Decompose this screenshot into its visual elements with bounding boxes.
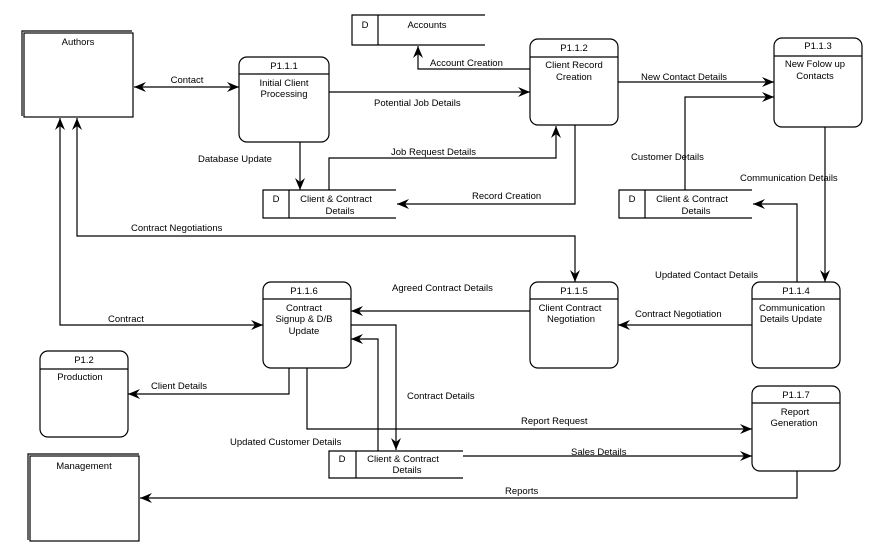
process-name: Negotiation — [547, 314, 595, 325]
process-name: Creation — [556, 72, 592, 83]
flow-label: Reports — [505, 486, 539, 497]
flow-database-update: Database Update — [198, 142, 305, 190]
flow-label: New Contact Details — [641, 72, 727, 83]
process-name: Contract — [286, 303, 322, 314]
flow-job-request-details: Job Request Details — [328, 126, 561, 190]
process-p12[interactable]: P1.2 Production — [39, 350, 129, 438]
process-name: Communication — [759, 303, 825, 314]
flow-label: Sales Details — [571, 447, 627, 458]
process-p115[interactable]: P1.1.5 Client Contract Negotiation — [529, 281, 619, 369]
process-id: P1.1.5 — [560, 286, 587, 297]
flow-label: Account Creation — [430, 58, 503, 69]
process-id: P1.1.6 — [290, 286, 317, 297]
process-id: P1.1.3 — [804, 41, 831, 52]
flow-reports: Reports — [140, 471, 798, 503]
store-tag: D — [362, 20, 369, 31]
flow-label: Contract Details — [407, 391, 475, 402]
store-accounts[interactable]: D Accounts — [351, 14, 485, 46]
store-client-contract-details-2[interactable]: D Client & Contract Details — [618, 189, 752, 219]
store-name: Client & Contract — [656, 194, 728, 205]
store-name: Client & Contract — [300, 194, 372, 205]
flow-label: Customer Details — [631, 152, 704, 163]
flow-new-contact-details: New Contact Details — [618, 72, 774, 87]
process-name: New Folow up — [785, 59, 845, 70]
flow-label: Contract — [108, 314, 144, 325]
flow-label: Communication Details — [740, 173, 838, 184]
store-name: Details — [681, 206, 710, 217]
flow-client-details: Client Details — [128, 368, 290, 399]
flow-label: Contract Negotiation — [635, 309, 722, 320]
flow-contact: Contact — [134, 75, 239, 92]
flow-account-creation: Account Creation — [413, 46, 530, 70]
flow-contract-details: Contract Details — [351, 324, 475, 450]
process-id: P1.1.7 — [782, 390, 809, 401]
process-p117[interactable]: P1.1.7 Report Generation — [751, 385, 841, 472]
flow-updated-contact-details: Updated Contact Details — [655, 199, 798, 282]
flow-label: Updated Customer Details — [230, 437, 342, 448]
flow-label: Client Details — [151, 381, 207, 392]
flow-report-request: Report Request — [306, 368, 752, 434]
flow-agreed-contract-details: Agreed Contract Details — [351, 283, 530, 316]
entity-label: Management — [56, 461, 112, 472]
data-flow-diagram: Authors Management P1.1.1 Initial Client… — [21, 14, 863, 542]
process-id: P1.1.1 — [270, 61, 297, 72]
process-p114[interactable]: P1.1.4 Communication Details Update — [751, 281, 841, 369]
flow-label: Record Creation — [472, 191, 541, 202]
store-name: Accounts — [407, 20, 446, 31]
store-name: Details — [325, 206, 354, 217]
process-name: Generation — [770, 418, 817, 429]
process-p112[interactable]: P1.1.2 Client Record Creation — [529, 38, 619, 126]
process-name: Update — [289, 326, 320, 337]
flow-label: Contract Negotiations — [131, 223, 223, 234]
flow-label: Database Update — [198, 154, 272, 165]
process-name: Signup & D/B — [275, 314, 332, 325]
entity-authors[interactable]: Authors — [21, 30, 134, 118]
flow-sales-details: Sales Details — [463, 447, 752, 461]
store-tag: D — [339, 454, 346, 465]
store-tag: D — [629, 194, 636, 205]
store-name: Client & Contract — [367, 454, 439, 465]
process-p116[interactable]: P1.1.6 Contract Signup & D/B Update — [262, 281, 352, 369]
flow-label: Job Request Details — [391, 147, 476, 158]
entity-label: Authors — [62, 37, 95, 48]
store-tag: D — [273, 194, 280, 205]
flow-label: Report Request — [521, 416, 588, 427]
process-name: Production — [57, 372, 102, 383]
process-name: Contacts — [796, 71, 834, 82]
process-p111[interactable]: P1.1.1 Initial Client Processing — [238, 56, 330, 143]
flow-record-creation: Record Creation — [397, 125, 576, 209]
process-name: Client Contract — [539, 303, 602, 314]
flow-contract-negotiation: Contract Negotiation — [618, 309, 752, 330]
process-name: Report — [781, 407, 810, 418]
process-id: P1.2 — [74, 355, 94, 366]
flow-label: Potential Job Details — [374, 98, 461, 109]
process-name: Client Record — [545, 60, 603, 71]
flow-label: Agreed Contract Details — [392, 283, 493, 294]
store-client-contract-details-1[interactable]: D Client & Contract Details — [262, 189, 396, 219]
flow-contract: Contract — [55, 118, 263, 330]
process-id: P1.1.2 — [560, 43, 587, 54]
store-name: Details — [392, 465, 421, 476]
flow-potential-job-details: Potential Job Details — [329, 87, 530, 109]
process-name: Processing — [261, 89, 308, 100]
process-name: Details Update — [760, 314, 822, 325]
flow-label: Contact — [171, 75, 204, 86]
process-p113[interactable]: P1.1.3 New Folow up Contacts — [773, 37, 863, 128]
flow-label: Updated Contact Details — [655, 270, 758, 281]
process-name: Initial Client — [259, 78, 308, 89]
store-client-contract-details-3[interactable]: D Client & Contract Details — [328, 450, 463, 479]
process-id: P1.1.4 — [782, 286, 809, 297]
entity-management[interactable]: Management — [27, 453, 140, 542]
